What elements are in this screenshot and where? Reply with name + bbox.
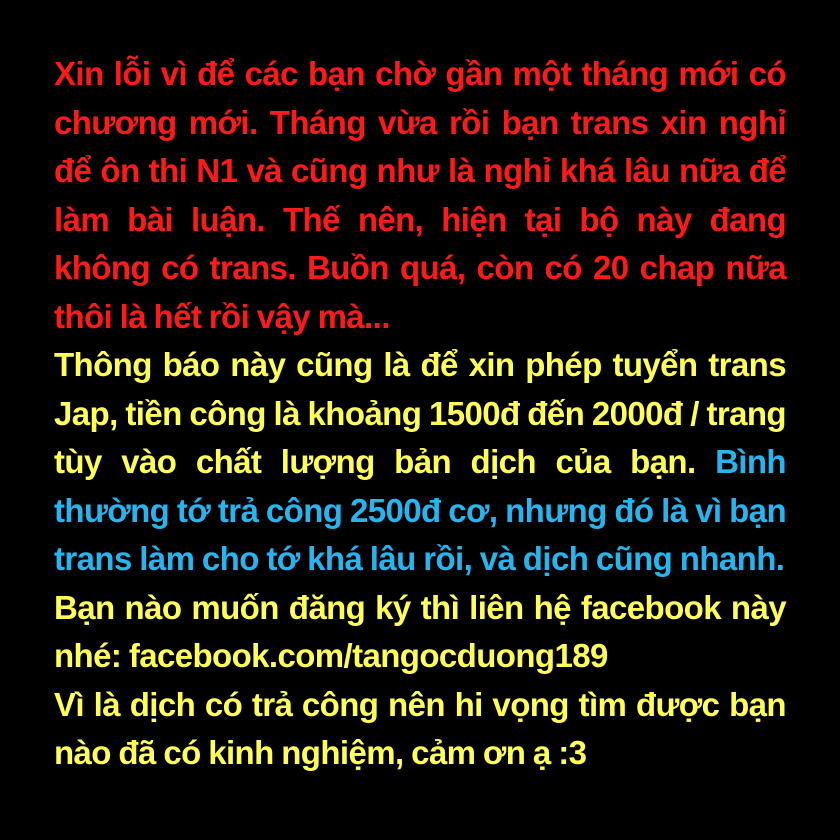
contact-paragraph: Bạn nào muốn đăng ký thì liên hệ faceboo… xyxy=(54,588,787,675)
recruit-intro-text: Thông báo này cũng là để xin phép tuyển … xyxy=(54,346,787,480)
apology-paragraph: Xin lỗi vì để các bạn chờ gần một tháng … xyxy=(54,55,787,335)
closing-paragraph: Vì là dịch có trả công nên hi vọng tìm đ… xyxy=(54,685,787,772)
notice-page: Xin lỗi vì để các bạn chờ gần một tháng … xyxy=(0,0,840,840)
recruit-paragraph: Thông báo này cũng là để xin phép tuyển … xyxy=(54,341,787,584)
